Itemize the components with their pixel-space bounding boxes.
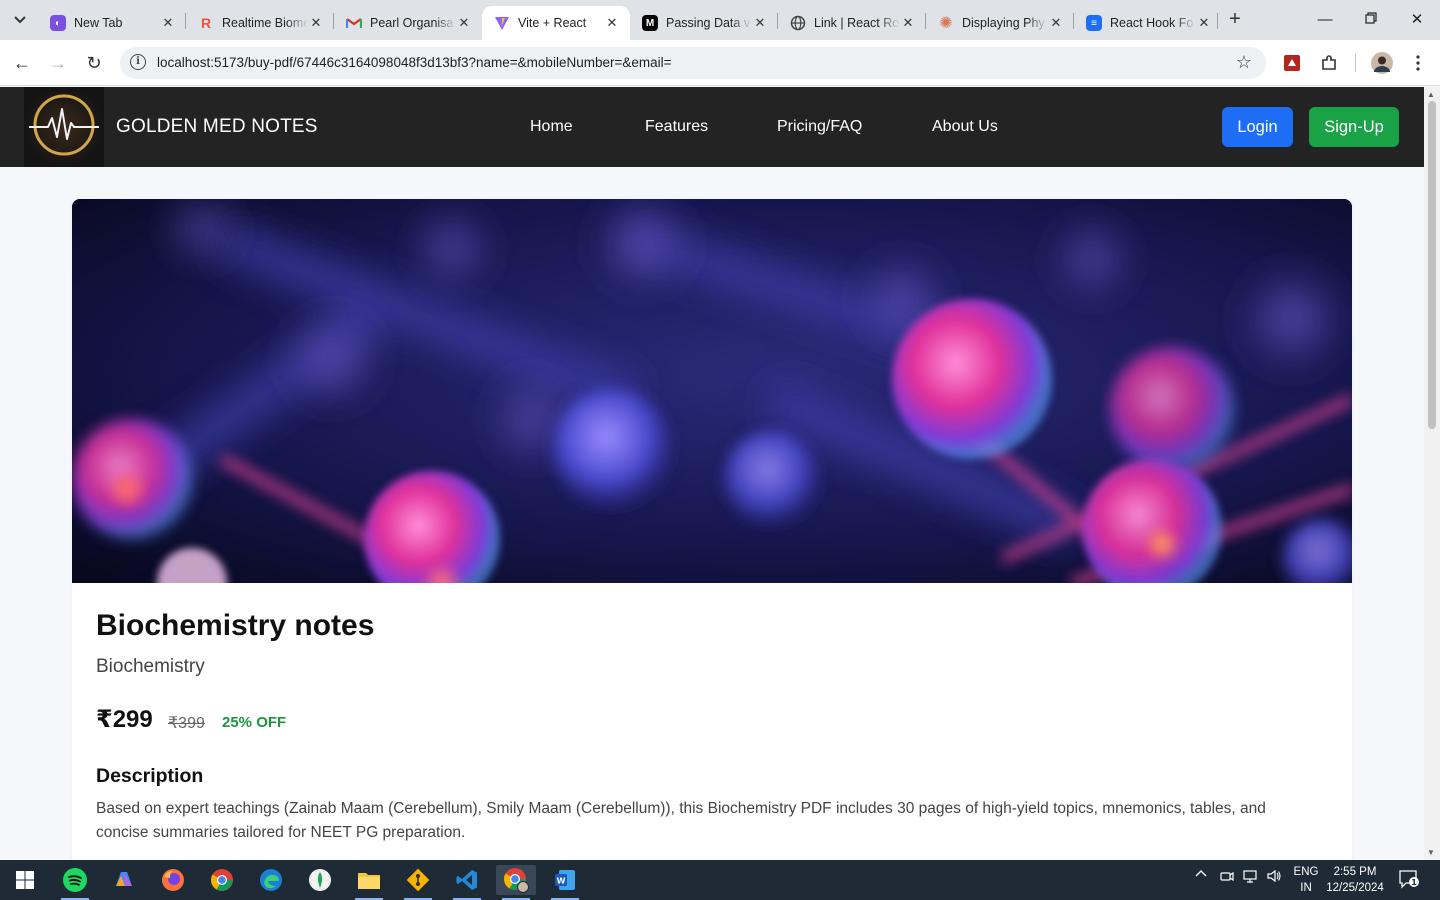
- notification-center-icon[interactable]: 1: [1398, 869, 1420, 892]
- product-price: ₹299: [96, 706, 153, 733]
- discount-badge: 25% OFF: [222, 714, 287, 731]
- nav-home[interactable]: Home: [530, 118, 573, 136]
- login-button[interactable]: Login: [1222, 107, 1293, 147]
- scroll-up-arrow-icon[interactable]: ▲: [1427, 90, 1435, 99]
- page-viewport: GOLDEN MED NOTES Home Features Pricing/F…: [0, 87, 1424, 860]
- scrollbar-thumb[interactable]: [1428, 101, 1436, 429]
- browser-tab[interactable]: Pearl Organisa ✕: [334, 6, 482, 40]
- network-icon[interactable]: [1242, 868, 1258, 887]
- address-bar[interactable]: i localhost:5173/buy-pdf/67446c316409804…: [120, 47, 1266, 79]
- language-code: ENG: [1293, 866, 1319, 878]
- product-card: Biochemistry notes Biochemistry ₹299 ₹39…: [72, 199, 1352, 860]
- reload-icon[interactable]: ↻: [81, 50, 107, 76]
- site-navbar: GOLDEN MED NOTES Home Features Pricing/F…: [0, 87, 1424, 167]
- meet-now-icon[interactable]: [1219, 868, 1235, 887]
- git-icon[interactable]: [398, 865, 438, 900]
- tab-title: Passing Data v: [666, 16, 751, 30]
- product-description: Based on expert teachings (Zainab Maam (…: [96, 800, 1266, 841]
- brand-name[interactable]: GOLDEN MED NOTES: [116, 116, 318, 138]
- chrome-icon[interactable]: [202, 865, 242, 895]
- browser-tab[interactable]: ✺ Displaying Phy ✕: [926, 6, 1074, 40]
- close-tab-icon[interactable]: ✕: [1196, 15, 1212, 31]
- close-tab-icon[interactable]: ✕: [900, 15, 916, 31]
- chrome-profile-icon[interactable]: [496, 865, 536, 900]
- profile-avatar[interactable]: [1371, 52, 1393, 74]
- browser-tab[interactable]: Link | React Ro ✕: [778, 6, 926, 40]
- gmail-icon: [346, 15, 362, 31]
- page-scrollbar[interactable]: ▲ ▼: [1424, 87, 1440, 860]
- product-hero-image: [72, 199, 1352, 583]
- tab-title: Displaying Phy: [962, 16, 1045, 30]
- back-arrow-icon[interactable]: ←: [9, 50, 35, 76]
- windows-start-icon[interactable]: [5, 865, 45, 895]
- tab-title: New Tab: [74, 16, 123, 30]
- file-explorer-icon[interactable]: [349, 865, 389, 900]
- scroll-down-arrow-icon[interactable]: ▼: [1427, 848, 1435, 857]
- copilot-icon[interactable]: [104, 865, 144, 895]
- nav-features[interactable]: Features: [645, 118, 708, 136]
- vscode-icon[interactable]: [447, 865, 487, 900]
- tab-title: Link | React Ro: [814, 16, 900, 30]
- copilot-icon: ◐: [50, 15, 66, 31]
- new-tab-plus-icon[interactable]: +: [1224, 8, 1246, 30]
- tab-title: React Hook Fo: [1110, 16, 1194, 30]
- browser-tab[interactable]: M Passing Data v ✕: [630, 6, 778, 40]
- url-text[interactable]: localhost:5173/buy-pdf/67446c3164098048f…: [157, 55, 672, 70]
- tab-title: Realtime Biome: [222, 16, 308, 30]
- signup-button[interactable]: Sign-Up: [1309, 107, 1399, 147]
- browser-tab-active[interactable]: Vite + React ✕: [482, 6, 630, 40]
- region-code: IN: [1300, 882, 1312, 894]
- input-language[interactable]: ENG IN: [1292, 864, 1320, 896]
- forward-arrow-icon[interactable]: →: [45, 50, 71, 76]
- taskbar-clock[interactable]: 2:55 PM 12/25/2024: [1326, 864, 1384, 896]
- extension-icon[interactable]: [1281, 52, 1303, 74]
- nav-about-us[interactable]: About Us: [932, 118, 998, 136]
- nav-pricing-faq[interactable]: Pricing/FAQ: [777, 118, 862, 136]
- browser-menu-icon[interactable]: [1407, 52, 1429, 74]
- site-info-icon[interactable]: i: [130, 54, 146, 70]
- tab-title: Pearl Organisa: [370, 16, 454, 30]
- original-price: ₹399: [168, 715, 205, 732]
- spotify-icon[interactable]: [55, 865, 95, 900]
- clock-date: 12/25/2024: [1326, 882, 1384, 894]
- browser-tab[interactable]: ◐ New Tab ✕: [38, 6, 186, 40]
- svg-text:W: W: [557, 877, 566, 886]
- bookmark-star-icon[interactable]: ☆: [1236, 52, 1252, 73]
- notification-count: 1: [1411, 878, 1417, 887]
- tab-title: Vite + React: [518, 16, 587, 30]
- close-window-icon[interactable]: ✕: [1405, 8, 1429, 32]
- extensions-puzzle-icon[interactable]: [1318, 52, 1340, 74]
- windows-taskbar: W ENG IN 2:55 PM 12/25/2024 1: [0, 860, 1440, 900]
- minimize-icon[interactable]: —: [1313, 8, 1337, 32]
- product-title: Biochemistry notes: [96, 609, 375, 642]
- close-tab-icon[interactable]: ✕: [604, 15, 620, 31]
- close-tab-icon[interactable]: ✕: [160, 15, 176, 31]
- close-tab-icon[interactable]: ✕: [752, 15, 768, 31]
- show-hidden-icons-chevron-icon[interactable]: [1195, 868, 1207, 883]
- close-tab-icon[interactable]: ✕: [1048, 15, 1064, 31]
- medium-icon: M: [642, 15, 658, 31]
- browser-tab[interactable]: R Realtime Biome ✕: [186, 6, 334, 40]
- claude-icon: ✺: [939, 15, 953, 32]
- browser-tab[interactable]: ≡ React Hook Fo ✕: [1074, 6, 1222, 40]
- globe-icon: [790, 15, 806, 31]
- edge-icon[interactable]: [251, 865, 291, 895]
- firefox-icon[interactable]: [153, 865, 193, 895]
- site-logo[interactable]: [24, 87, 104, 167]
- close-tab-icon[interactable]: ✕: [456, 15, 472, 31]
- react-hook-form-icon: ≡: [1086, 15, 1102, 31]
- render-icon: R: [200, 15, 212, 31]
- browser-toolbar: ← → ↻ i localhost:5173/buy-pdf/67446c316…: [0, 40, 1440, 86]
- clock-time: 2:55 PM: [1333, 866, 1377, 878]
- restore-icon[interactable]: [1359, 8, 1383, 32]
- close-tab-icon[interactable]: ✕: [308, 15, 324, 31]
- word-icon[interactable]: W: [545, 865, 585, 900]
- product-subject: Biochemistry: [96, 656, 205, 677]
- description-heading: Description: [96, 765, 204, 787]
- mongodb-compass-icon[interactable]: [300, 865, 340, 895]
- tab-search-chevron-icon[interactable]: [6, 6, 34, 34]
- browser-tab-strip: ◐ New Tab ✕ R Realtime Biome ✕ Pearl Org…: [0, 0, 1440, 40]
- vite-icon: [494, 15, 510, 31]
- volume-icon[interactable]: [1266, 868, 1282, 887]
